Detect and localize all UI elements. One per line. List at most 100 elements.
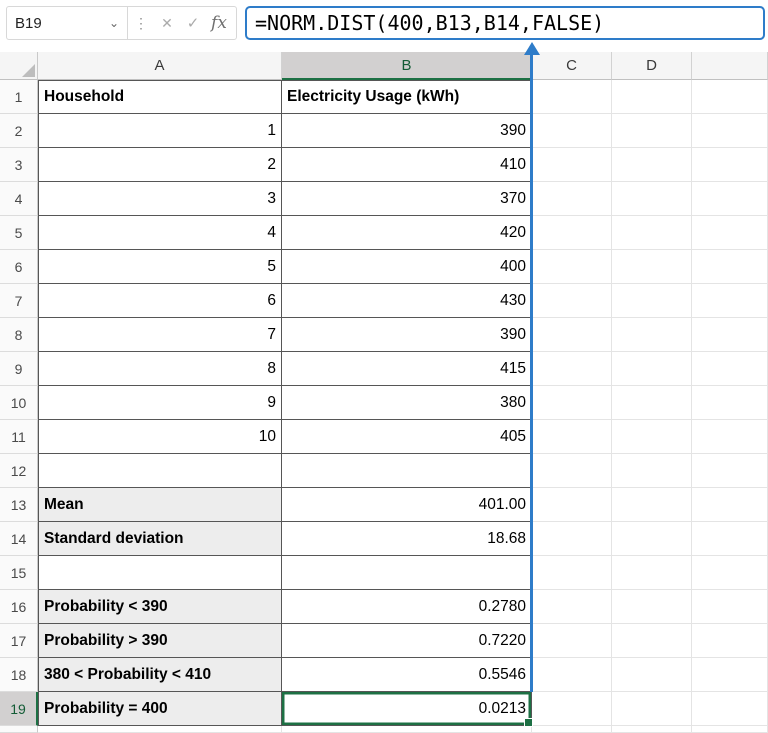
cell-e3[interactable] <box>692 148 768 182</box>
select-all-button[interactable] <box>0 52 38 80</box>
cell-b17[interactable]: 0.7220 <box>282 624 532 658</box>
cell-c5[interactable] <box>532 216 612 250</box>
row-header-1[interactable]: 1 <box>0 80 38 114</box>
cell-a5[interactable]: 4 <box>38 216 282 250</box>
cell-c18[interactable] <box>532 658 612 692</box>
cell-d7[interactable] <box>612 284 692 318</box>
cell-a10[interactable]: 9 <box>38 386 282 420</box>
cell-c16[interactable] <box>532 590 612 624</box>
cell-a20[interactable] <box>38 726 282 733</box>
cell-a3[interactable]: 2 <box>38 148 282 182</box>
cell-e4[interactable] <box>692 182 768 216</box>
cell-a19[interactable]: Probability = 400 <box>38 692 282 726</box>
cell-c3[interactable] <box>532 148 612 182</box>
cell-b13[interactable]: 401.00 <box>282 488 532 522</box>
cell-b3[interactable]: 410 <box>282 148 532 182</box>
cell-d5[interactable] <box>612 216 692 250</box>
cell-d16[interactable] <box>612 590 692 624</box>
cell-d13[interactable] <box>612 488 692 522</box>
row-header-9[interactable]: 9 <box>0 352 38 386</box>
cell-e13[interactable] <box>692 488 768 522</box>
column-header-a[interactable]: A <box>38 52 282 80</box>
cell-c12[interactable] <box>532 454 612 488</box>
row-header-14[interactable]: 14 <box>0 522 38 556</box>
cell-a18[interactable]: 380 < Probability < 410 <box>38 658 282 692</box>
cell-c10[interactable] <box>532 386 612 420</box>
cell-d4[interactable] <box>612 182 692 216</box>
cell-b5[interactable]: 420 <box>282 216 532 250</box>
cell-c8[interactable] <box>532 318 612 352</box>
cell-e9[interactable] <box>692 352 768 386</box>
cell-d9[interactable] <box>612 352 692 386</box>
formula-input[interactable]: =NORM.DIST(400,B13,B14,FALSE) <box>245 6 765 40</box>
cell-d6[interactable] <box>612 250 692 284</box>
cell-b20[interactable] <box>282 726 532 733</box>
cell-b8[interactable]: 390 <box>282 318 532 352</box>
cell-b19[interactable]: 0.0213 <box>282 692 532 726</box>
row-header-10[interactable]: 10 <box>0 386 38 420</box>
cell-b18[interactable]: 0.5546 <box>282 658 532 692</box>
cell-a17[interactable]: Probability > 390 <box>38 624 282 658</box>
cell-a14[interactable]: Standard deviation <box>38 522 282 556</box>
column-header-c[interactable]: C <box>532 52 612 80</box>
cell-d15[interactable] <box>612 556 692 590</box>
cell-d19[interactable] <box>612 692 692 726</box>
cell-c2[interactable] <box>532 114 612 148</box>
cell-e14[interactable] <box>692 522 768 556</box>
cell-b10[interactable]: 380 <box>282 386 532 420</box>
column-header-b[interactable]: B <box>282 52 532 80</box>
cell-b4[interactable]: 370 <box>282 182 532 216</box>
cell-c4[interactable] <box>532 182 612 216</box>
cell-e6[interactable] <box>692 250 768 284</box>
cell-b12[interactable] <box>282 454 532 488</box>
cell-c7[interactable] <box>532 284 612 318</box>
row-header-19[interactable]: 19 <box>0 692 38 726</box>
cell-d11[interactable] <box>612 420 692 454</box>
row-header-11[interactable]: 11 <box>0 420 38 454</box>
cell-c20[interactable] <box>532 726 612 733</box>
row-header-16[interactable]: 16 <box>0 590 38 624</box>
enter-icon[interactable]: ✓ <box>180 7 206 39</box>
cell-d12[interactable] <box>612 454 692 488</box>
cell-b9[interactable]: 415 <box>282 352 532 386</box>
cell-e15[interactable] <box>692 556 768 590</box>
cell-d1[interactable] <box>612 80 692 114</box>
cell-e17[interactable] <box>692 624 768 658</box>
cell-e16[interactable] <box>692 590 768 624</box>
cell-e12[interactable] <box>692 454 768 488</box>
cell-a13[interactable]: Mean <box>38 488 282 522</box>
cell-c19[interactable] <box>532 692 612 726</box>
row-header-7[interactable]: 7 <box>0 284 38 318</box>
cell-a7[interactable]: 6 <box>38 284 282 318</box>
cell-b2[interactable]: 390 <box>282 114 532 148</box>
row-header-8[interactable]: 8 <box>0 318 38 352</box>
cell-d3[interactable] <box>612 148 692 182</box>
cancel-icon[interactable]: ✕ <box>154 7 180 39</box>
row-header-17[interactable]: 17 <box>0 624 38 658</box>
insert-function-icon[interactable]: fx <box>206 7 236 39</box>
cell-e8[interactable] <box>692 318 768 352</box>
row-header-15[interactable]: 15 <box>0 556 38 590</box>
row-header-3[interactable]: 3 <box>0 148 38 182</box>
cell-e7[interactable] <box>692 284 768 318</box>
cell-e11[interactable] <box>692 420 768 454</box>
column-header-d[interactable]: D <box>612 52 692 80</box>
name-box-dropdown-icon[interactable]: ⌄ <box>109 17 119 29</box>
cell-e1[interactable] <box>692 80 768 114</box>
cell-c11[interactable] <box>532 420 612 454</box>
cell-d17[interactable] <box>612 624 692 658</box>
cell-a16[interactable]: Probability < 390 <box>38 590 282 624</box>
cell-b15[interactable] <box>282 556 532 590</box>
cell-d18[interactable] <box>612 658 692 692</box>
cell-b14[interactable]: 18.68 <box>282 522 532 556</box>
cell-a11[interactable]: 10 <box>38 420 282 454</box>
cell-e18[interactable] <box>692 658 768 692</box>
cell-e19[interactable] <box>692 692 768 726</box>
cell-e20[interactable] <box>692 726 768 733</box>
cell-c9[interactable] <box>532 352 612 386</box>
row-header-4[interactable]: 4 <box>0 182 38 216</box>
row-header-5[interactable]: 5 <box>0 216 38 250</box>
cell-a4[interactable]: 3 <box>38 182 282 216</box>
cell-a12[interactable] <box>38 454 282 488</box>
cell-a6[interactable]: 5 <box>38 250 282 284</box>
